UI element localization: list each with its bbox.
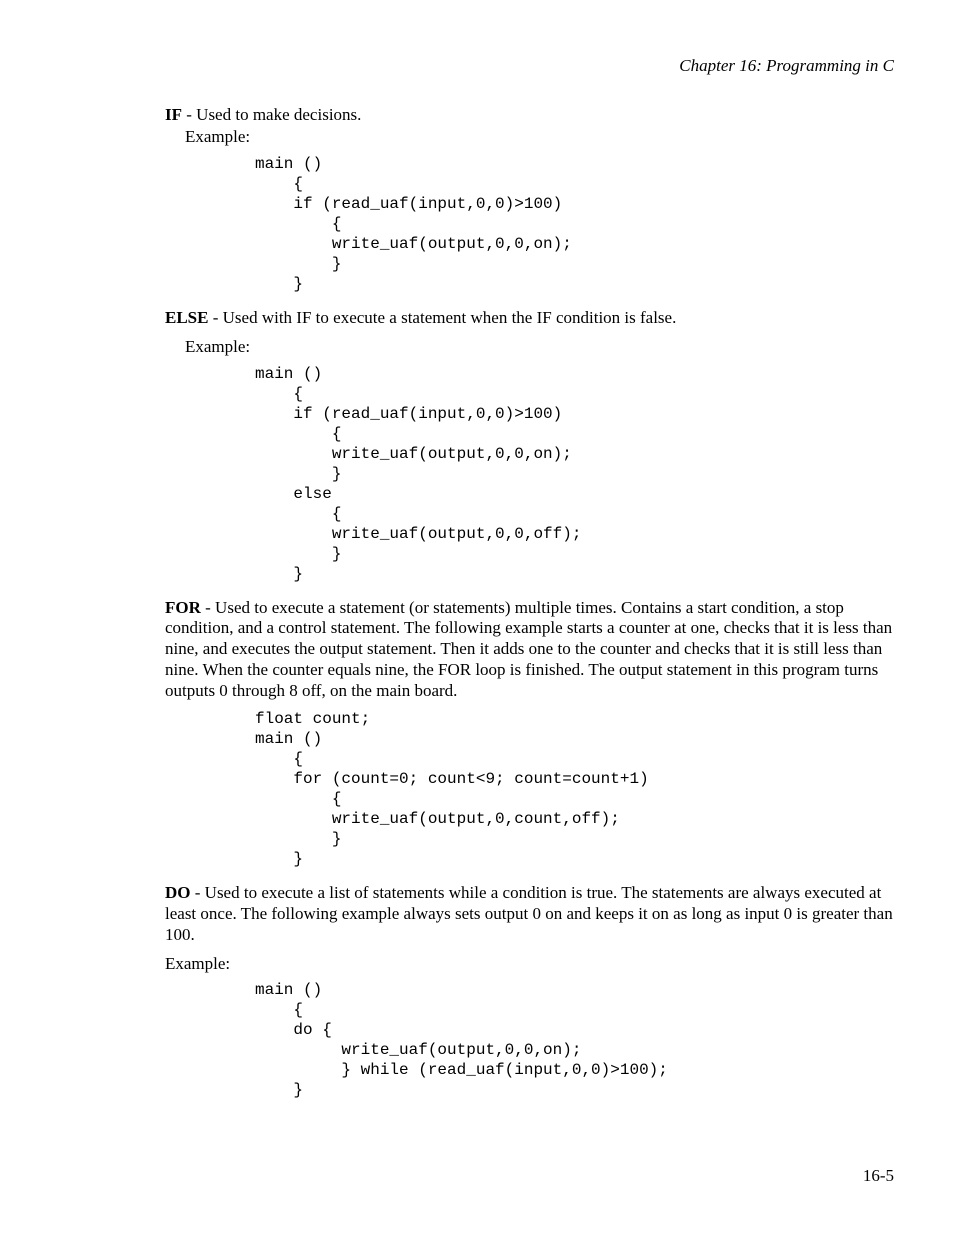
else-entry: ELSE - Used with IF to execute a stateme… [165,308,894,329]
if-example-label: Example: [185,127,894,148]
do-desc: - Used to execute a list of statements w… [165,883,893,943]
if-desc: - Used to make decisions. [182,105,361,124]
do-example-label: Example: [165,954,894,975]
do-code-block: main () { do { write_uaf(output,0,0,on);… [255,980,894,1100]
else-keyword: ELSE [165,308,208,327]
else-example-label: Example: [185,337,894,358]
else-desc: - Used with IF to execute a statement wh… [208,308,676,327]
for-desc: - Used to execute a statement (or statem… [165,598,892,700]
if-keyword: IF [165,105,182,124]
page: Chapter 16: Programming in C IF - Used t… [0,0,954,1235]
else-code-block: main () { if (read_uaf(input,0,0)>100) {… [255,364,894,584]
if-entry: IF - Used to make decisions. [165,105,894,126]
for-entry: FOR - Used to execute a statement (or st… [165,598,894,702]
chapter-header: Chapter 16: Programming in C [165,56,894,77]
for-code-block: float count; main () { for (count=0; cou… [255,709,894,869]
do-entry: DO - Used to execute a list of statement… [165,883,894,945]
do-keyword: DO [165,883,191,902]
if-code-block: main () { if (read_uaf(input,0,0)>100) {… [255,154,894,294]
for-keyword: FOR [165,598,201,617]
page-number: 16-5 [863,1166,894,1187]
